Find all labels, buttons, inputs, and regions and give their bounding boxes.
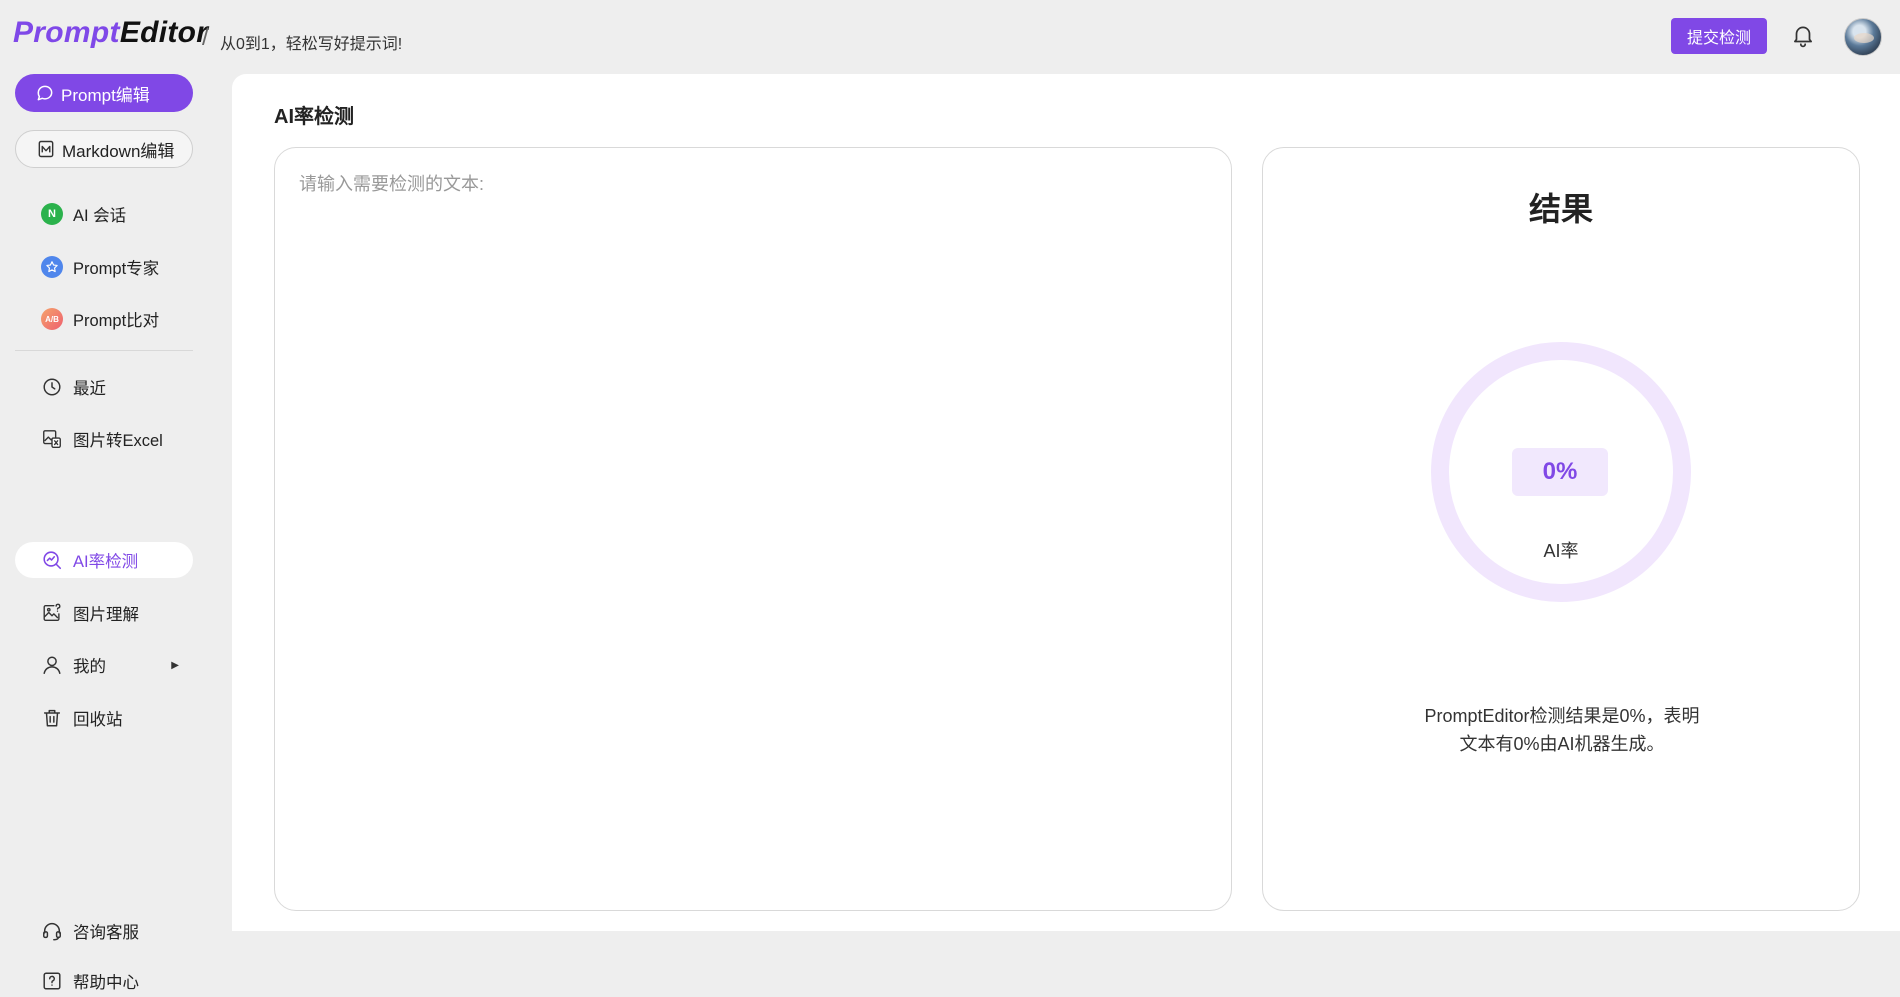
headset-icon <box>40 919 64 943</box>
ai-rate-label: AI率 <box>1543 541 1579 561</box>
prompt-edit-button[interactable]: Prompt编辑 <box>15 74 193 112</box>
sidebar: Prompt编辑 Markdown编辑 N AI 会话 Prompt专家 A/B… <box>0 72 230 992</box>
app-logo[interactable]: PromptEditor <box>13 16 208 50</box>
top-header: PromptEditor / 从0到1，轻松写好提示词! 提交检测 <box>0 0 1900 72</box>
image-to-excel-icon <box>40 427 64 451</box>
ab-compare-icon: A/B <box>40 307 64 331</box>
sidebar-item-prompt-compare[interactable]: A/B Prompt比对 <box>15 301 193 337</box>
sidebar-item-label: Prompt专家 <box>73 260 160 278</box>
submit-detect-button[interactable]: 提交检测 <box>1671 18 1767 54</box>
sidebar-item-image-to-excel[interactable]: 图片转Excel <box>15 421 193 457</box>
help-icon <box>40 969 64 993</box>
logo-text-editor: Editor <box>119 16 209 49</box>
prompt-edit-label: Prompt编辑 <box>61 85 150 105</box>
sidebar-item-prompt-expert[interactable]: Prompt专家 <box>15 249 193 285</box>
main-content: AI率检测 结果 0% AI率 PromptEditor检测结果是0%，表明文本… <box>232 74 1900 931</box>
markdown-icon <box>36 139 56 159</box>
sidebar-item-label: 图片转Excel <box>73 432 163 450</box>
sidebar-item-label: 帮助中心 <box>73 974 139 992</box>
text-input-panel <box>274 147 1232 911</box>
page-title: AI率检测 <box>274 106 354 128</box>
sidebar-item-ai-chat[interactable]: N AI 会话 <box>15 196 193 232</box>
star-badge-icon <box>40 255 64 279</box>
detect-text-input[interactable] <box>275 148 1231 910</box>
markdown-edit-button[interactable]: Markdown编辑 <box>15 130 193 168</box>
sidebar-item-label: 咨询客服 <box>73 924 139 942</box>
user-avatar[interactable] <box>1844 18 1882 56</box>
sidebar-item-label: Prompt比对 <box>73 312 160 330</box>
clock-icon <box>40 375 64 399</box>
sidebar-item-help-center[interactable]: 帮助中心 <box>15 965 193 997</box>
trash-icon <box>40 706 64 730</box>
sidebar-item-image-understand[interactable]: 图片理解 <box>15 595 193 631</box>
sidebar-item-label: 最近 <box>73 380 106 398</box>
sidebar-item-ai-detect[interactable]: AI率检测 <box>15 542 193 578</box>
chat-bubble-icon <box>35 83 55 103</box>
sidebar-item-label: 我的 <box>73 658 106 676</box>
ai-rate-percentage: 0% <box>1512 448 1608 496</box>
bell-icon[interactable] <box>1790 22 1816 48</box>
sidebar-item-recycle-bin[interactable]: 回收站 <box>15 700 193 736</box>
sidebar-item-mine[interactable]: 我的 ▶ <box>15 647 193 683</box>
ab-compare-icon-glyph: A/B <box>41 308 63 330</box>
submenu-arrow-icon: ▶ <box>171 659 179 671</box>
result-panel: 结果 0% AI率 PromptEditor检测结果是0%，表明文本有0%由AI… <box>1262 147 1860 911</box>
markdown-edit-label: Markdown编辑 <box>62 141 175 161</box>
sidebar-divider <box>15 350 193 351</box>
ai-chat-icon: N <box>40 202 64 226</box>
result-description: PromptEditor检测结果是0%，表明文本有0%由AI机器生成。 <box>1424 706 1700 754</box>
ai-detect-icon <box>40 548 64 572</box>
logo-text-prompt: Prompt <box>13 16 120 49</box>
sidebar-item-label: AI率检测 <box>73 553 139 571</box>
user-icon <box>40 653 64 677</box>
header-tagline: 从0到1，轻松写好提示词! <box>220 36 403 53</box>
header-separator: / <box>202 24 209 51</box>
sidebar-item-label: 图片理解 <box>73 606 139 624</box>
image-question-icon <box>40 601 64 625</box>
result-title: 结果 <box>1528 191 1593 227</box>
sidebar-item-recent[interactable]: 最近 <box>15 369 193 405</box>
sidebar-item-label: AI 会话 <box>73 207 127 225</box>
sidebar-item-label: 回收站 <box>73 711 123 729</box>
sidebar-item-customer-service[interactable]: 咨询客服 <box>15 913 193 949</box>
ai-chat-icon-glyph: N <box>41 203 63 225</box>
